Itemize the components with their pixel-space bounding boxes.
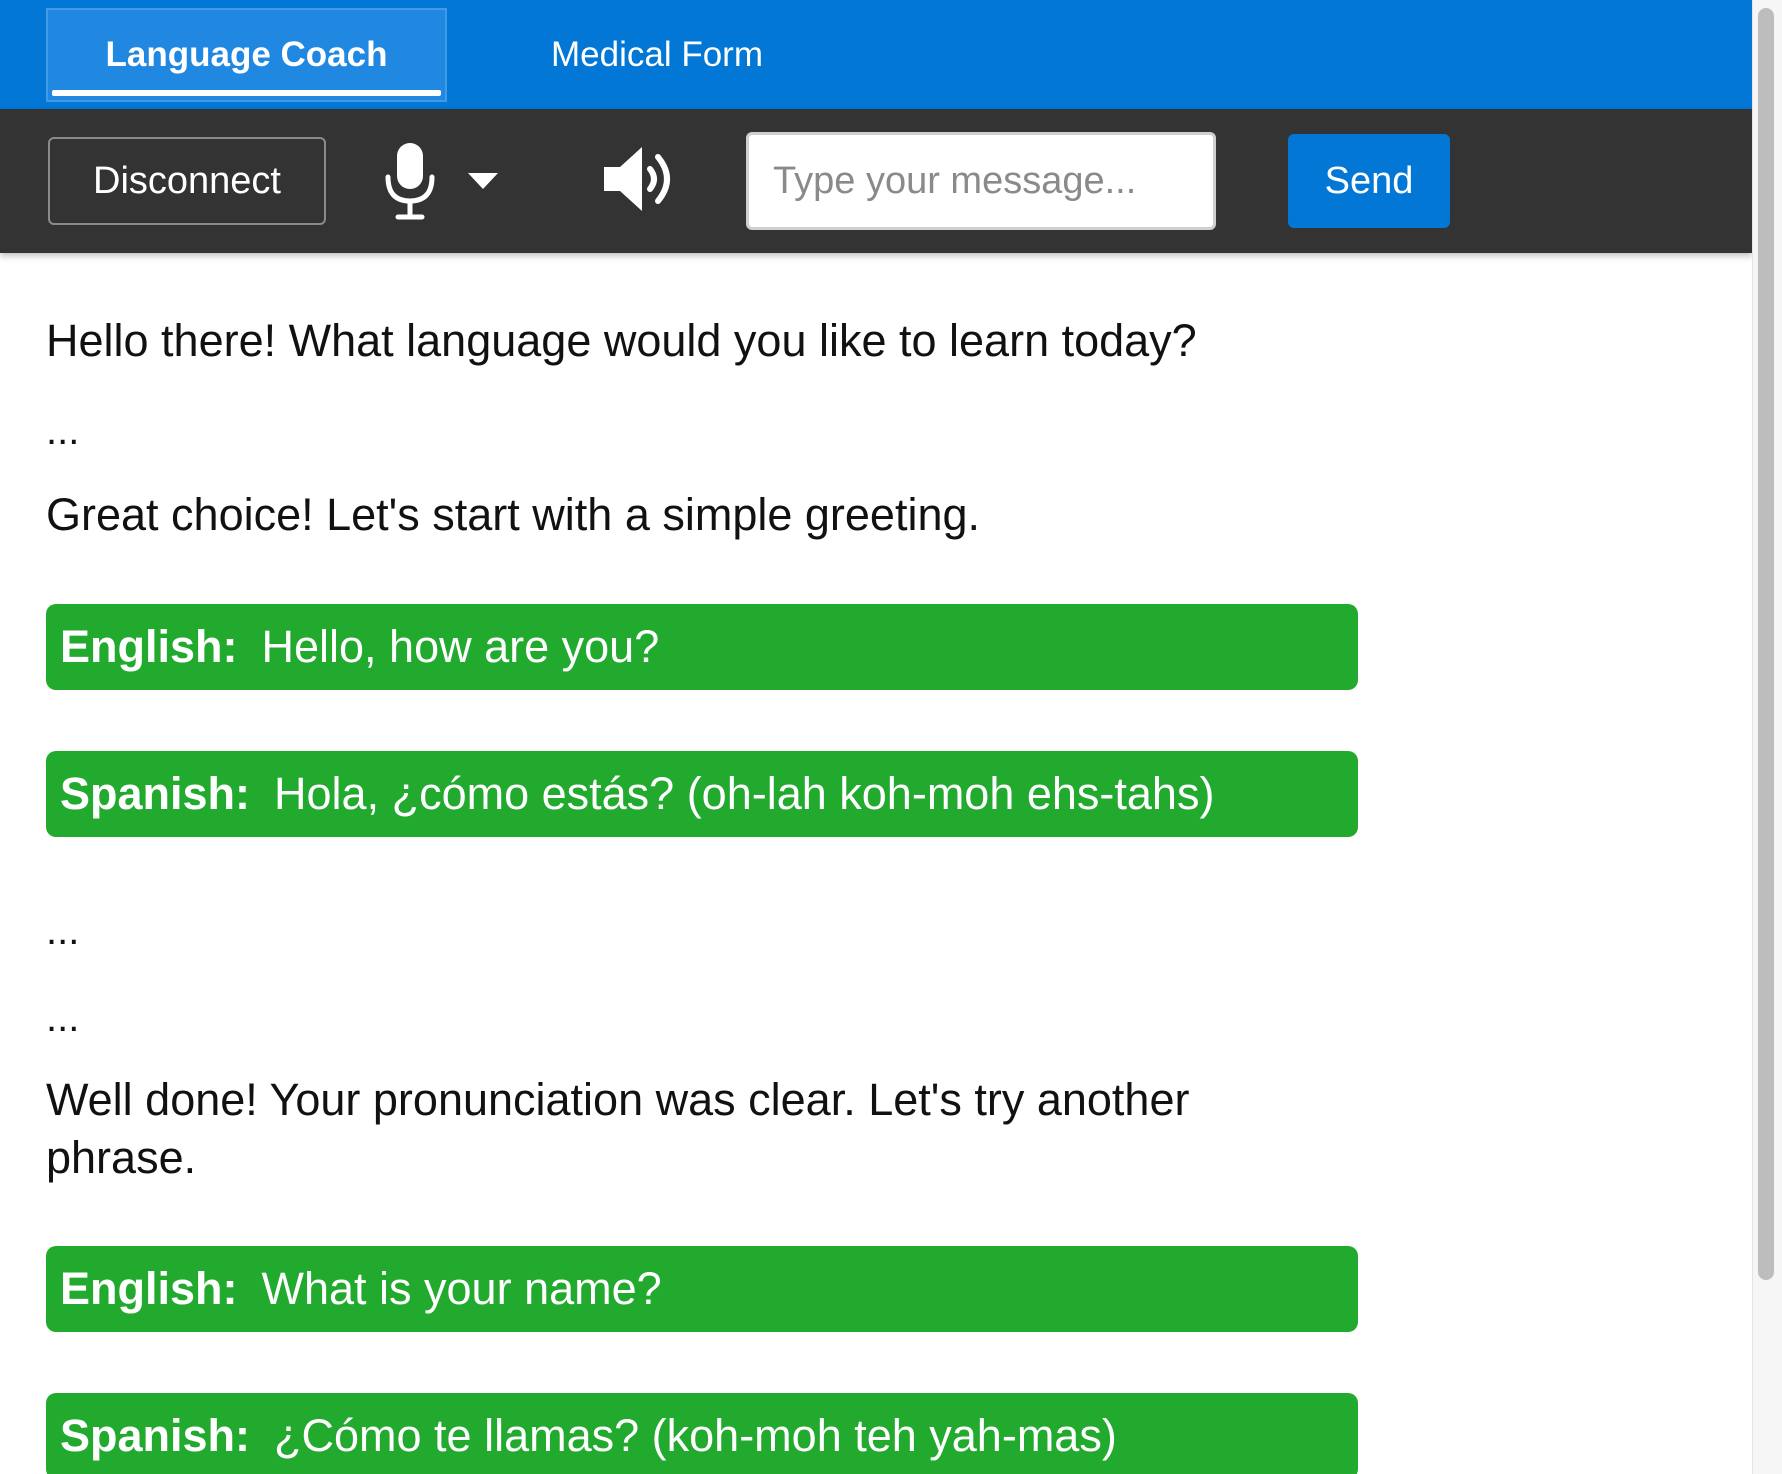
phrase-card-english: English: Hello, how are you? bbox=[46, 604, 1358, 690]
chevron-down-icon bbox=[468, 173, 498, 189]
phrase-language: Spanish: bbox=[60, 1410, 251, 1461]
send-button[interactable]: Send bbox=[1288, 134, 1450, 228]
ellipsis-placeholder: ... bbox=[46, 409, 80, 453]
app-window: Language Coach Medical Form Disconnect T… bbox=[0, 0, 1782, 1474]
tab-language-coach[interactable]: Language Coach bbox=[46, 8, 447, 102]
phrase-text: Hello, how are you? bbox=[261, 621, 660, 672]
phrase-text: ¿Cómo te llamas? (koh-moh teh yah-mas) bbox=[274, 1410, 1117, 1461]
tab-medical-form[interactable]: Medical Form bbox=[497, 8, 817, 102]
phrase-text: What is your name? bbox=[261, 1263, 662, 1314]
microphone-icon bbox=[385, 143, 435, 220]
message-input[interactable] bbox=[746, 132, 1216, 230]
coach-message: Great choice! Let's start with a simple … bbox=[46, 489, 981, 540]
speaker-icon[interactable] bbox=[600, 139, 680, 219]
coach-message: Hello there! What language would you lik… bbox=[46, 315, 1197, 366]
phrase-card-english: English: What is your name? bbox=[46, 1246, 1358, 1332]
coach-message: Well done! Your pronunciation was clear.… bbox=[46, 1074, 1190, 1183]
phrase-language: Spanish: bbox=[60, 768, 251, 819]
disconnect-button[interactable]: Disconnect bbox=[48, 137, 326, 225]
phrase-language: English: bbox=[60, 621, 238, 672]
tab-label: Medical Form bbox=[551, 35, 763, 74]
phrase-card-spanish: Spanish: ¿Cómo te llamas? (koh-moh teh y… bbox=[46, 1393, 1358, 1474]
microphone-selector[interactable] bbox=[380, 133, 510, 229]
phrase-card-spanish: Spanish: Hola, ¿cómo estás? (oh-lah koh-… bbox=[46, 751, 1358, 837]
phrase-language: English: bbox=[60, 1263, 238, 1314]
tab-bar: Language Coach Medical Form bbox=[0, 0, 1752, 109]
toolbar: Disconnect Send bbox=[0, 109, 1752, 253]
phrase-text: Hola, ¿cómo estás? (oh-lah koh-moh ehs-t… bbox=[274, 768, 1215, 819]
tab-label: Language Coach bbox=[105, 35, 388, 74]
conversation-log: Hello there! What language would you lik… bbox=[0, 253, 1752, 1474]
ellipsis-placeholder: ... bbox=[46, 996, 80, 1040]
ellipsis-placeholder: ... bbox=[46, 909, 80, 953]
scrollbar-thumb[interactable] bbox=[1758, 8, 1774, 1280]
